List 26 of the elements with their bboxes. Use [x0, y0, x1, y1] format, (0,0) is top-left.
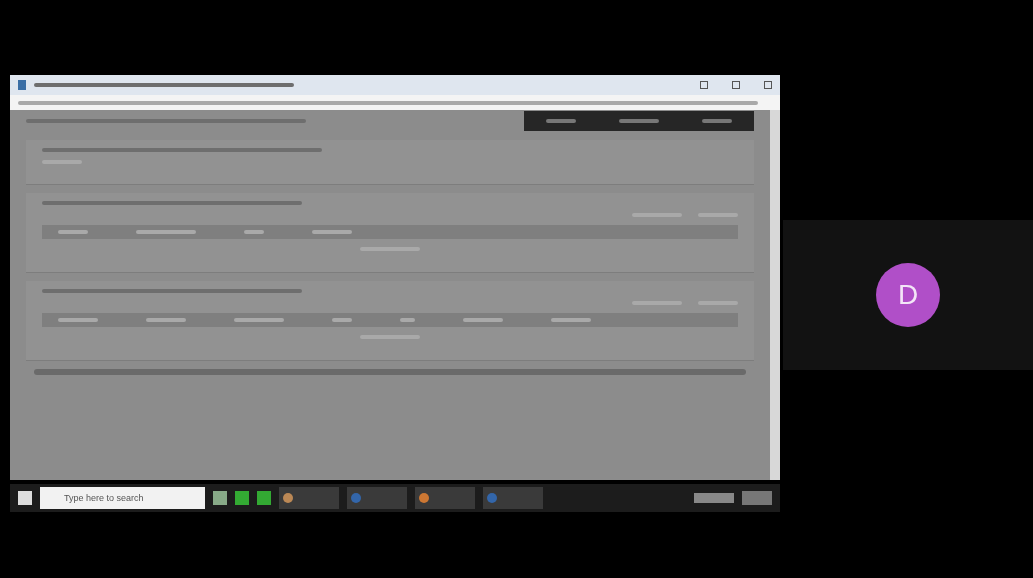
blurred-line — [551, 318, 591, 322]
blurred-line — [58, 318, 98, 322]
blurred-line — [312, 230, 352, 234]
blurred-line — [234, 318, 284, 322]
start-icon[interactable] — [18, 491, 32, 505]
blurred-line — [463, 318, 503, 322]
blurred-line — [136, 230, 196, 234]
app-icon — [18, 80, 26, 90]
maximize-icon[interactable] — [732, 81, 740, 89]
minimize-icon[interactable] — [700, 81, 708, 89]
blurred-line — [146, 318, 186, 322]
taskbar-app-icon[interactable] — [483, 487, 543, 509]
taskbar-app-icon[interactable] — [279, 487, 339, 509]
close-icon[interactable] — [764, 81, 772, 89]
blurred-line — [619, 119, 659, 123]
blurred-line — [332, 318, 352, 322]
blurred-line — [400, 318, 415, 322]
blurred-line — [702, 119, 733, 123]
blurred-line — [58, 230, 88, 234]
blurred-line — [545, 119, 576, 123]
blurred-line — [244, 230, 264, 234]
taskbar-app-icon[interactable] — [415, 487, 475, 509]
address-bar[interactable] — [10, 95, 780, 110]
avatar: D — [876, 263, 940, 327]
search-field[interactable]: Type here to search — [40, 487, 205, 509]
taskbar-app-icon[interactable] — [347, 487, 407, 509]
